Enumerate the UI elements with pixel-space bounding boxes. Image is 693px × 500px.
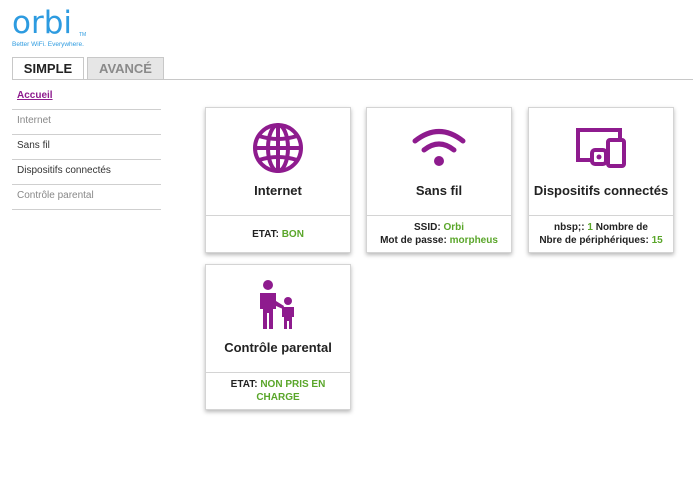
tab-simple[interactable]: SIMPLE (12, 57, 84, 80)
parental-card[interactable]: Contrôle parental ETAT: NON PRIS EN CHAR… (205, 264, 351, 410)
internet-card-title: Internet (254, 183, 302, 198)
parental-card-status: ETAT: NON PRIS EN CHARGE (206, 373, 350, 409)
ssid-label: SSID: (413, 222, 441, 233)
globe-icon (206, 122, 350, 174)
parental-card-title: Contrôle parental (224, 340, 332, 355)
logo-trademark: TM (79, 32, 87, 38)
sidebar-item-accueil[interactable]: Accueil (12, 86, 161, 110)
devices-line1-suffix: Nombre de (595, 222, 648, 233)
internet-status-value: BON (281, 228, 304, 240)
parental-status-value-2: CHARGE (256, 392, 300, 403)
internet-status-label: ETAT: (252, 228, 279, 240)
ssid-value: Orbi (443, 222, 464, 233)
devices-card[interactable]: Dispositifs connectés nbsp;: 1 Nombre de… (528, 107, 674, 253)
sidebar-item-internet[interactable]: Internet (12, 111, 161, 135)
internet-card[interactable]: Internet ETAT: BON (205, 107, 351, 253)
devices-card-header: Dispositifs connectés (529, 108, 673, 216)
wifi-icon (367, 122, 511, 174)
wireless-card-header: Sans fil (367, 108, 511, 216)
devices-count-label: Nbre de périphériques: (539, 235, 649, 246)
parental-card-header: Contrôle parental (206, 265, 350, 373)
devices-icon (529, 122, 673, 174)
devices-line1-prefix: nbsp;: (554, 222, 585, 233)
sidebar-item-controle-parental[interactable]: Contrôle parental (12, 186, 161, 210)
tab-avance[interactable]: AVANCÉ (87, 57, 164, 79)
parental-status-label: ETAT: (230, 379, 258, 390)
logo-wordmark: orbi (12, 5, 73, 41)
devices-line1-value: 1 (587, 222, 593, 233)
devices-card-title: Dispositifs connectés (533, 183, 669, 198)
internet-card-header: Internet (206, 108, 350, 216)
parent-child-icon (206, 279, 350, 331)
logo-tagline: Better WiFi. Everywhere. (12, 41, 84, 48)
internet-card-status: ETAT: BON (206, 216, 350, 252)
password-label: Mot de passe: (380, 235, 447, 246)
parental-status-value-1: NON PRIS EN (260, 379, 326, 390)
devices-card-status: nbsp;: 1 Nombre de Nbre de périphériques… (529, 216, 673, 252)
sidebar-item-sans-fil[interactable]: Sans fil (12, 136, 161, 160)
tab-divider (12, 79, 693, 80)
wireless-card-title: Sans fil (415, 183, 463, 198)
password-value: morpheus (449, 235, 498, 246)
devices-count-value: 15 (651, 235, 663, 246)
sidebar: Accueil Internet Sans fil Dispositifs co… (12, 86, 161, 211)
sidebar-item-dispositifs[interactable]: Dispositifs connectés (12, 161, 161, 185)
orbi-logo: orbi TM Better WiFi. Everywhere. (12, 5, 87, 48)
wireless-card-status: SSID: Orbi Mot de passe: morpheus (367, 216, 511, 252)
wireless-card[interactable]: Sans fil SSID: Orbi Mot de passe: morphe… (366, 107, 512, 253)
